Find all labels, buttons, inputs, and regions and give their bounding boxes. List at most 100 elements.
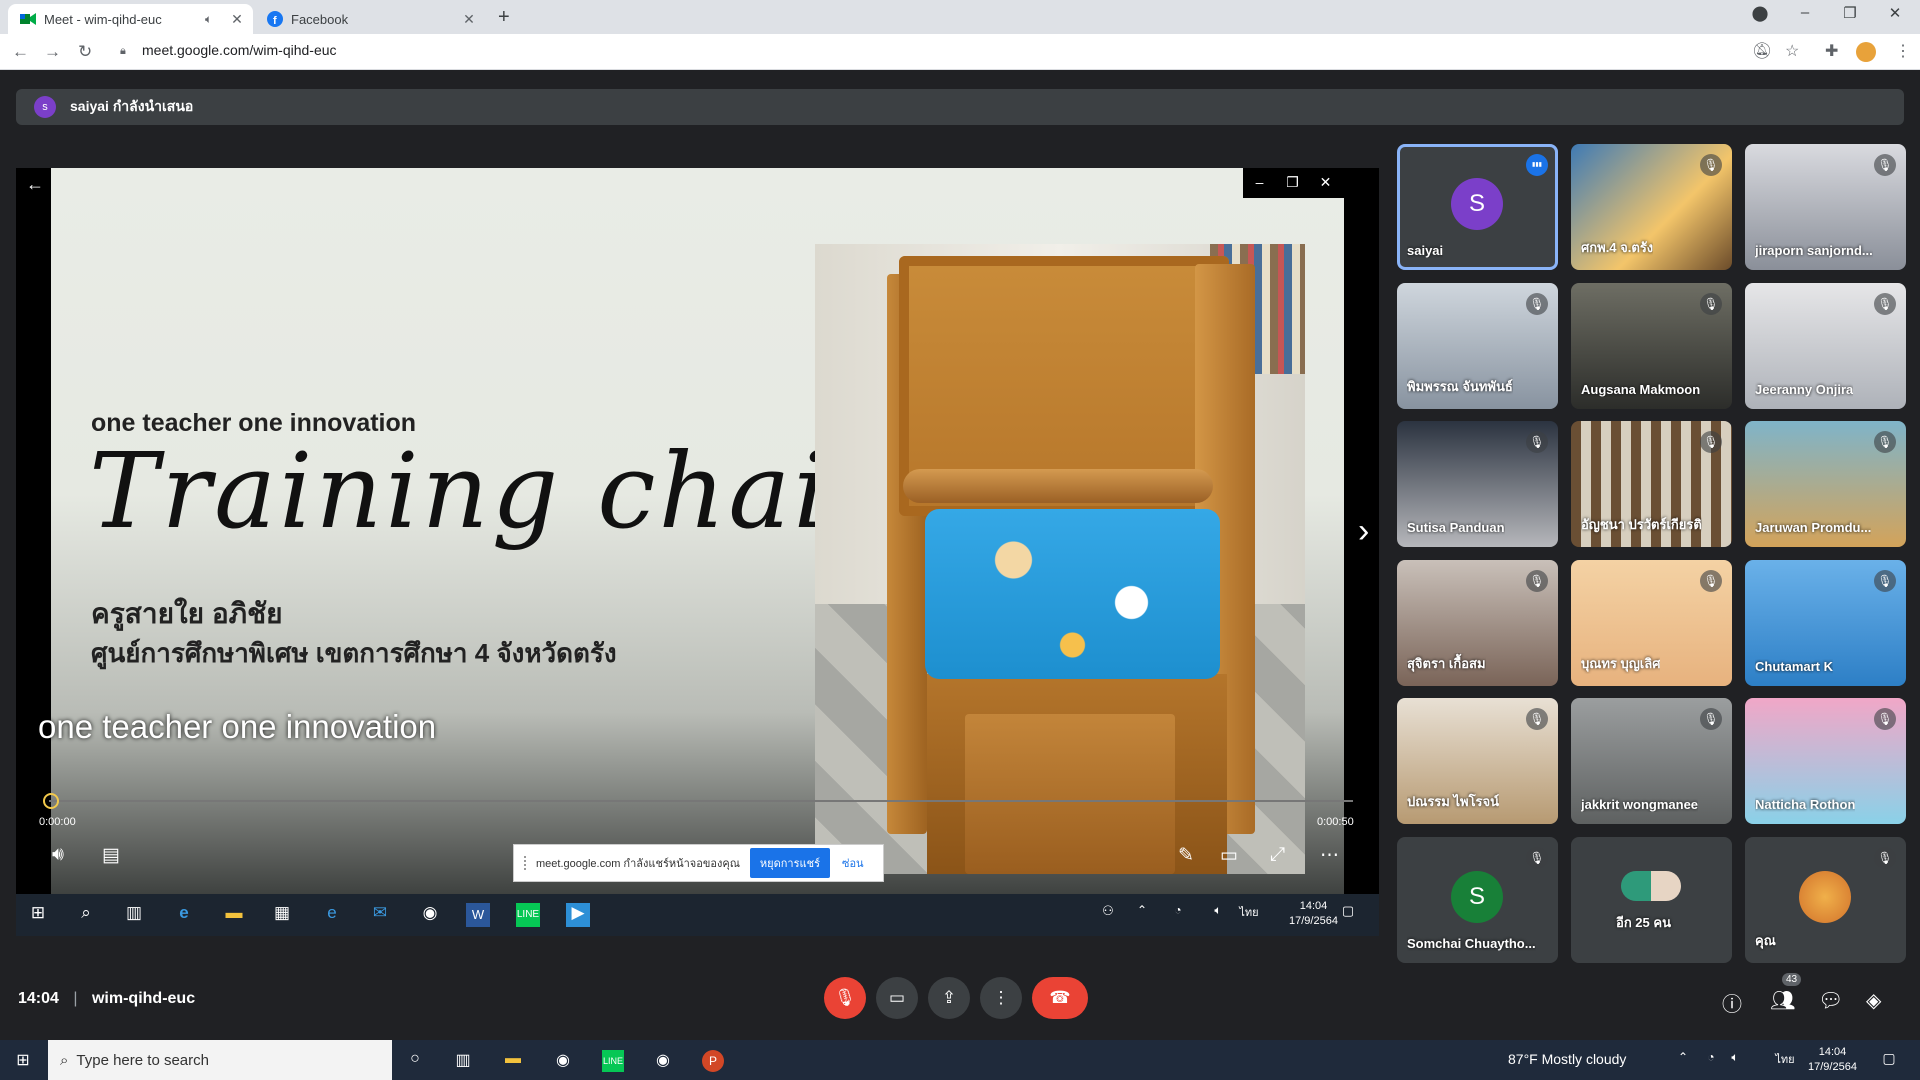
- hide-notice-button[interactable]: ซ่อน: [842, 854, 864, 872]
- mail-icon[interactable]: ✉: [368, 903, 392, 927]
- captions-icon[interactable]: ▤: [102, 844, 120, 867]
- back-icon[interactable]: ←: [12, 42, 29, 62]
- participant-tile[interactable]: 🎙︎ Augsana Makmoon: [1571, 283, 1732, 409]
- language-indicator[interactable]: ไทย: [1234, 903, 1264, 927]
- tab-search-icon[interactable]: ⬤: [1740, 4, 1780, 22]
- volume-icon[interactable]: 🔊︎: [52, 844, 64, 866]
- video-progress-track[interactable]: [49, 800, 1353, 802]
- drag-handle[interactable]: [524, 856, 528, 870]
- network-icon[interactable]: ◔: [1166, 903, 1190, 927]
- search-icon[interactable]: ⌕: [74, 903, 98, 927]
- participant-tile[interactable]: 🎙︎ jiraporn sanjornd...: [1745, 144, 1906, 270]
- task-view-icon[interactable]: ▥: [452, 1050, 474, 1072]
- close-tab-icon[interactable]: ✕: [227, 11, 247, 28]
- task-view-icon[interactable]: ▥: [122, 903, 146, 927]
- leave-call-button[interactable]: ☎: [1032, 977, 1088, 1019]
- url-field[interactable]: meet.google.com/wim-qihd-euc: [142, 42, 337, 58]
- tray-chevron-icon[interactable]: ⌃: [1672, 1050, 1694, 1072]
- extensions-icon[interactable]: ✚: [1825, 41, 1838, 61]
- participant-tile[interactable]: 🎙︎ ศกพ.4 จ.ตรัง: [1571, 144, 1732, 270]
- camera-button[interactable]: ▭: [876, 977, 918, 1019]
- meeting-details-icon[interactable]: ⓘ: [1722, 988, 1742, 1017]
- windows-start-icon[interactable]: ⊞: [26, 903, 50, 927]
- lock-icon[interactable]: 🔒︎: [120, 45, 126, 58]
- remote-windows-taskbar: ⊞ ⌕ ▥ e ▬ ▦ e ✉ ◉ W LINE ▶ ⚇ ⌃ ◔ 🔈︎ ไทย …: [16, 894, 1379, 936]
- line-icon[interactable]: LINE: [602, 1050, 624, 1072]
- next-slide-icon[interactable]: ›: [1358, 512, 1369, 551]
- chat-icon[interactable]: 💬︎: [1818, 988, 1843, 1013]
- stop-sharing-button[interactable]: หยุดการแชร์: [749, 848, 830, 878]
- participant-tile[interactable]: S 🎙︎ Somchai Chuaytho...: [1397, 837, 1558, 963]
- chrome-icon[interactable]: ◉: [418, 903, 442, 927]
- people-icon[interactable]: 👥︎: [1770, 988, 1795, 1013]
- minimize-icon[interactable]: –: [1785, 4, 1825, 21]
- activities-icon[interactable]: ◈: [1866, 988, 1881, 1013]
- tab-facebook[interactable]: f Facebook ✕: [255, 4, 485, 34]
- profile-avatar-icon[interactable]: [1856, 42, 1876, 62]
- taskbar-search-box[interactable]: ⌕ Type here to search: [48, 1040, 392, 1080]
- pen-icon[interactable]: ✎: [1178, 844, 1194, 867]
- line-icon[interactable]: LINE: [516, 903, 540, 927]
- muted-microphone-icon: 🎙︎: [1874, 431, 1896, 453]
- network-icon[interactable]: ◔: [1700, 1050, 1722, 1072]
- reload-icon[interactable]: ↻: [78, 42, 92, 62]
- participant-tile[interactable]: 🎙︎ Jeeranny Onjira: [1745, 283, 1906, 409]
- restore-icon[interactable]: ❐: [1276, 174, 1309, 191]
- notifications-icon[interactable]: ▢: [1336, 903, 1360, 927]
- file-explorer-icon[interactable]: ▬: [222, 903, 246, 927]
- word-icon[interactable]: W: [466, 903, 490, 927]
- edge-icon[interactable]: e: [172, 903, 196, 927]
- store-icon[interactable]: ▦: [270, 903, 294, 927]
- participant-tile[interactable]: 🎙︎ jakkrit wongmanee: [1571, 698, 1732, 824]
- new-tab-icon[interactable]: +: [498, 6, 510, 29]
- chrome-icon[interactable]: ◉: [552, 1050, 574, 1072]
- subtitle-toggle-icon[interactable]: ▭: [1220, 844, 1238, 867]
- file-explorer-icon[interactable]: ▬: [502, 1050, 524, 1072]
- more-options-button[interactable]: ⋮: [980, 977, 1022, 1019]
- progress-scrubber[interactable]: [43, 793, 59, 809]
- participant-tile[interactable]: 🎙︎ คุณ: [1745, 837, 1906, 963]
- cortana-icon[interactable]: ○: [404, 1050, 426, 1072]
- present-screen-button[interactable]: ⇪: [928, 977, 970, 1019]
- weather-widget[interactable]: 87°F Mostly cloudy: [1508, 1051, 1626, 1067]
- participant-tile[interactable]: อีก 25 คน: [1571, 837, 1732, 963]
- participant-tile[interactable]: 🎙︎ พิมพรรณ จันทพันธ์: [1397, 283, 1558, 409]
- chrome-icon[interactable]: ◉: [652, 1050, 674, 1072]
- language-indicator[interactable]: ไทย: [1770, 1050, 1800, 1072]
- participant-tile[interactable]: 🎙︎ Chutamart K: [1745, 560, 1906, 686]
- minimize-icon[interactable]: –: [1243, 174, 1276, 190]
- volume-icon[interactable]: 🔈︎: [1724, 1050, 1746, 1072]
- search-placeholder: Type here to search: [76, 1051, 209, 1069]
- participant-tile[interactable]: 🎙︎ Jaruwan Promdu...: [1745, 421, 1906, 547]
- more-options-icon[interactable]: ⋯: [1320, 844, 1339, 867]
- volume-icon[interactable]: 🔈︎: [1206, 903, 1230, 927]
- app-icon[interactable]: ▶: [566, 903, 590, 927]
- internet-explorer-icon[interactable]: e: [320, 903, 344, 927]
- powerpoint-icon[interactable]: P: [702, 1050, 724, 1072]
- participant-tile[interactable]: 🎙︎ บุณทร บุญเลิศ: [1571, 560, 1732, 686]
- action-center-icon[interactable]: ▢: [1878, 1050, 1900, 1072]
- windows-start-icon[interactable]: ⊞: [12, 1050, 34, 1072]
- notifications-blocked-icon[interactable]: 🔕︎: [1752, 41, 1772, 61]
- tray-chevron-icon[interactable]: ⌃: [1130, 903, 1154, 927]
- close-tab-icon[interactable]: ✕: [459, 11, 479, 28]
- self-avatar: [1799, 871, 1851, 923]
- slideshow-back-icon[interactable]: ←: [26, 174, 44, 195]
- people-icon[interactable]: ⚇: [1096, 903, 1120, 927]
- tab-meet[interactable]: Meet - wim-qihd-euc 🔈︎ ✕: [8, 4, 253, 34]
- close-window-icon[interactable]: ✕: [1875, 4, 1915, 22]
- participant-tile[interactable]: 🎙︎ สุจิตรา เกื้อสม: [1397, 560, 1558, 686]
- chrome-menu-icon[interactable]: ⋮: [1895, 41, 1911, 61]
- participant-tile[interactable]: 🎙︎ ปณรรม ไพโรจน์: [1397, 698, 1558, 824]
- maximize-icon[interactable]: ❐: [1830, 4, 1870, 22]
- microphone-off-button[interactable]: 🎙︎: [824, 977, 866, 1019]
- participant-tile[interactable]: S ▮▮▮ saiyai: [1397, 144, 1558, 270]
- participant-tile[interactable]: 🎙︎ Natticha Rothon: [1745, 698, 1906, 824]
- fullscreen-icon[interactable]: ⤢: [1270, 844, 1285, 866]
- participant-tile[interactable]: 🎙︎ อัญชนา ปรวัตร์เกียรติ: [1571, 421, 1732, 547]
- forward-icon[interactable]: →: [44, 42, 61, 62]
- speaker-icon[interactable]: 🔈︎: [205, 12, 221, 27]
- bookmark-star-icon[interactable]: ☆: [1785, 41, 1799, 61]
- participant-tile[interactable]: 🎙︎ Sutisa Panduan: [1397, 421, 1558, 547]
- close-icon[interactable]: ✕: [1309, 174, 1342, 191]
